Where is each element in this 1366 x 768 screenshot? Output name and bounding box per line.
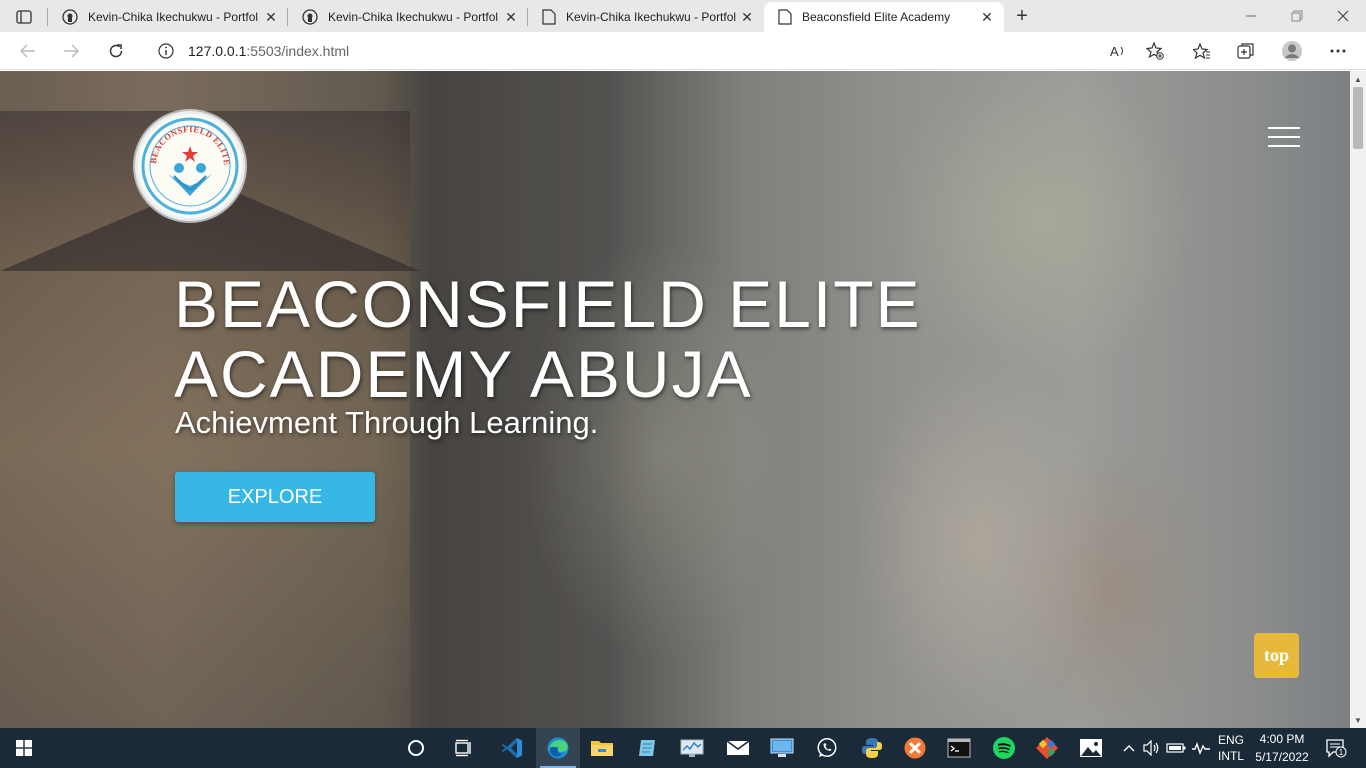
restore-icon[interactable] [1274, 0, 1320, 32]
windows-taskbar: ENG INTL 4:00 PM 5/17/2022 1 [0, 728, 1366, 768]
add-favorite-icon[interactable] [1140, 36, 1170, 66]
read-aloud-icon[interactable]: A [1103, 36, 1133, 66]
tab-portfolio-2[interactable]: Kevin-Chika Ikechukwu - Portfolio ✕ [288, 2, 528, 32]
clock-time: 4:00 PM [1259, 732, 1305, 746]
hero-section: BEACONSFIELD ELITE ACADEMY BEACONSFIELD … [0, 71, 1350, 728]
vscode-icon[interactable] [490, 728, 534, 768]
xampp-icon[interactable] [893, 728, 937, 768]
back-arrow-icon[interactable] [13, 36, 43, 66]
start-windows-icon[interactable] [2, 728, 46, 768]
menu-hamburger-icon[interactable] [1268, 127, 1300, 147]
tray-chevron-up-icon[interactable] [1118, 728, 1140, 768]
hero-title-line-2: ACADEMY ABUJA [174, 337, 753, 411]
github-favicon-icon [62, 9, 78, 25]
remote-desktop-icon[interactable] [760, 728, 804, 768]
task-view-icon[interactable] [441, 728, 485, 768]
scroll-up-arrow-icon[interactable]: ▲ [1350, 71, 1366, 87]
notification-center-icon[interactable]: 1 [1318, 728, 1354, 768]
explore-button[interactable]: EXPLORE [175, 472, 375, 522]
tab-title: Kevin-Chika Ikechukwu - Portfolio [566, 10, 736, 24]
favorites-icon[interactable] [1187, 36, 1217, 66]
photos-icon[interactable] [1069, 728, 1113, 768]
browser-toolbar: 127.0.0.1:5503/index.html A [0, 32, 1366, 70]
search-circle-icon[interactable] [394, 728, 438, 768]
svg-text:A: A [1110, 44, 1119, 59]
url-text[interactable]: 127.0.0.1:5503/index.html [188, 43, 349, 59]
scroll-down-arrow-icon[interactable]: ▼ [1350, 712, 1366, 728]
browser-tab-bar: Kevin-Chika Ikechukwu - Portfolio ✕ Kevi… [0, 0, 1366, 32]
volume-icon[interactable] [1140, 728, 1162, 768]
tab-title: Kevin-Chika Ikechukwu - Portfolio [328, 10, 498, 24]
tab-close-icon[interactable]: ✕ [980, 9, 994, 25]
performance-monitor-icon[interactable] [670, 728, 714, 768]
new-tab-plus-icon[interactable]: + [1010, 4, 1034, 28]
github-favicon-icon [302, 9, 318, 25]
more-options-icon[interactable] [1323, 36, 1353, 66]
tab-close-icon[interactable]: ✕ [740, 9, 754, 25]
tab-beaconsfield[interactable]: Beaconsfield Elite Academy ✕ [764, 2, 1004, 32]
keyboard-layout: INTL [1217, 749, 1244, 763]
page-favicon-icon [542, 9, 556, 25]
mail-icon[interactable] [716, 728, 760, 768]
address-bar[interactable]: 127.0.0.1:5503/index.html [144, 35, 1174, 67]
back-to-top-button[interactable]: top [1254, 633, 1299, 678]
command-prompt-icon[interactable] [937, 728, 981, 768]
edge-browser-icon[interactable] [536, 728, 580, 768]
clock-date: 5/17/2022 [1255, 750, 1309, 764]
clock[interactable]: 4:00 PM 5/17/2022 [1250, 731, 1314, 765]
url-path: :5503/index.html [246, 43, 350, 59]
tab-title: Kevin-Chika Ikechukwu - Portfolio [88, 10, 258, 24]
page-viewport: BEACONSFIELD ELITE ACADEMY BEACONSFIELD … [0, 71, 1366, 728]
battery-icon[interactable] [1165, 728, 1187, 768]
whatsapp-icon[interactable] [805, 728, 849, 768]
minimize-icon[interactable] [1228, 0, 1274, 32]
spotify-icon[interactable] [982, 728, 1026, 768]
hero-title: BEACONSFIELD ELITE ACADEMY ABUJA [174, 269, 1074, 409]
tab-portfolio-3[interactable]: Kevin-Chika Ikechukwu - Portfolio ✕ [528, 2, 764, 32]
close-window-icon[interactable] [1320, 0, 1366, 32]
school-logo[interactable]: BEACONSFIELD ELITE ACADEMY [135, 111, 245, 221]
collections-icon[interactable] [1231, 36, 1261, 66]
network-icon[interactable] [1190, 728, 1212, 768]
forward-arrow-icon[interactable] [56, 36, 86, 66]
site-info-icon[interactable] [158, 43, 174, 64]
refresh-icon[interactable] [101, 36, 131, 66]
language-code: ENG [1217, 733, 1244, 747]
page-scrollbar[interactable]: ▲ ▼ [1350, 71, 1366, 728]
profile-avatar-icon[interactable] [1277, 36, 1307, 66]
page-favicon-icon [778, 9, 792, 25]
language-indicator[interactable]: ENG INTL [1216, 732, 1246, 764]
scroll-thumb[interactable] [1353, 87, 1363, 149]
notes-app-icon[interactable] [625, 728, 669, 768]
url-host: 127.0.0.1 [188, 43, 247, 59]
tab-close-icon[interactable]: ✕ [264, 9, 278, 25]
hero-title-line-1: BEACONSFIELD ELITE [174, 267, 922, 341]
tab-portfolio-1[interactable]: Kevin-Chika Ikechukwu - Portfolio ✕ [48, 2, 288, 32]
git-gui-icon[interactable] [1025, 728, 1069, 768]
tab-title: Beaconsfield Elite Academy [802, 10, 951, 24]
python-icon[interactable] [850, 728, 894, 768]
tab-actions-icon[interactable] [10, 6, 38, 28]
notification-count: 1 [1339, 748, 1344, 757]
tab-close-icon[interactable]: ✕ [504, 9, 518, 25]
file-explorer-icon[interactable] [580, 728, 624, 768]
hero-subtitle: Achievment Through Learning. [175, 405, 599, 440]
